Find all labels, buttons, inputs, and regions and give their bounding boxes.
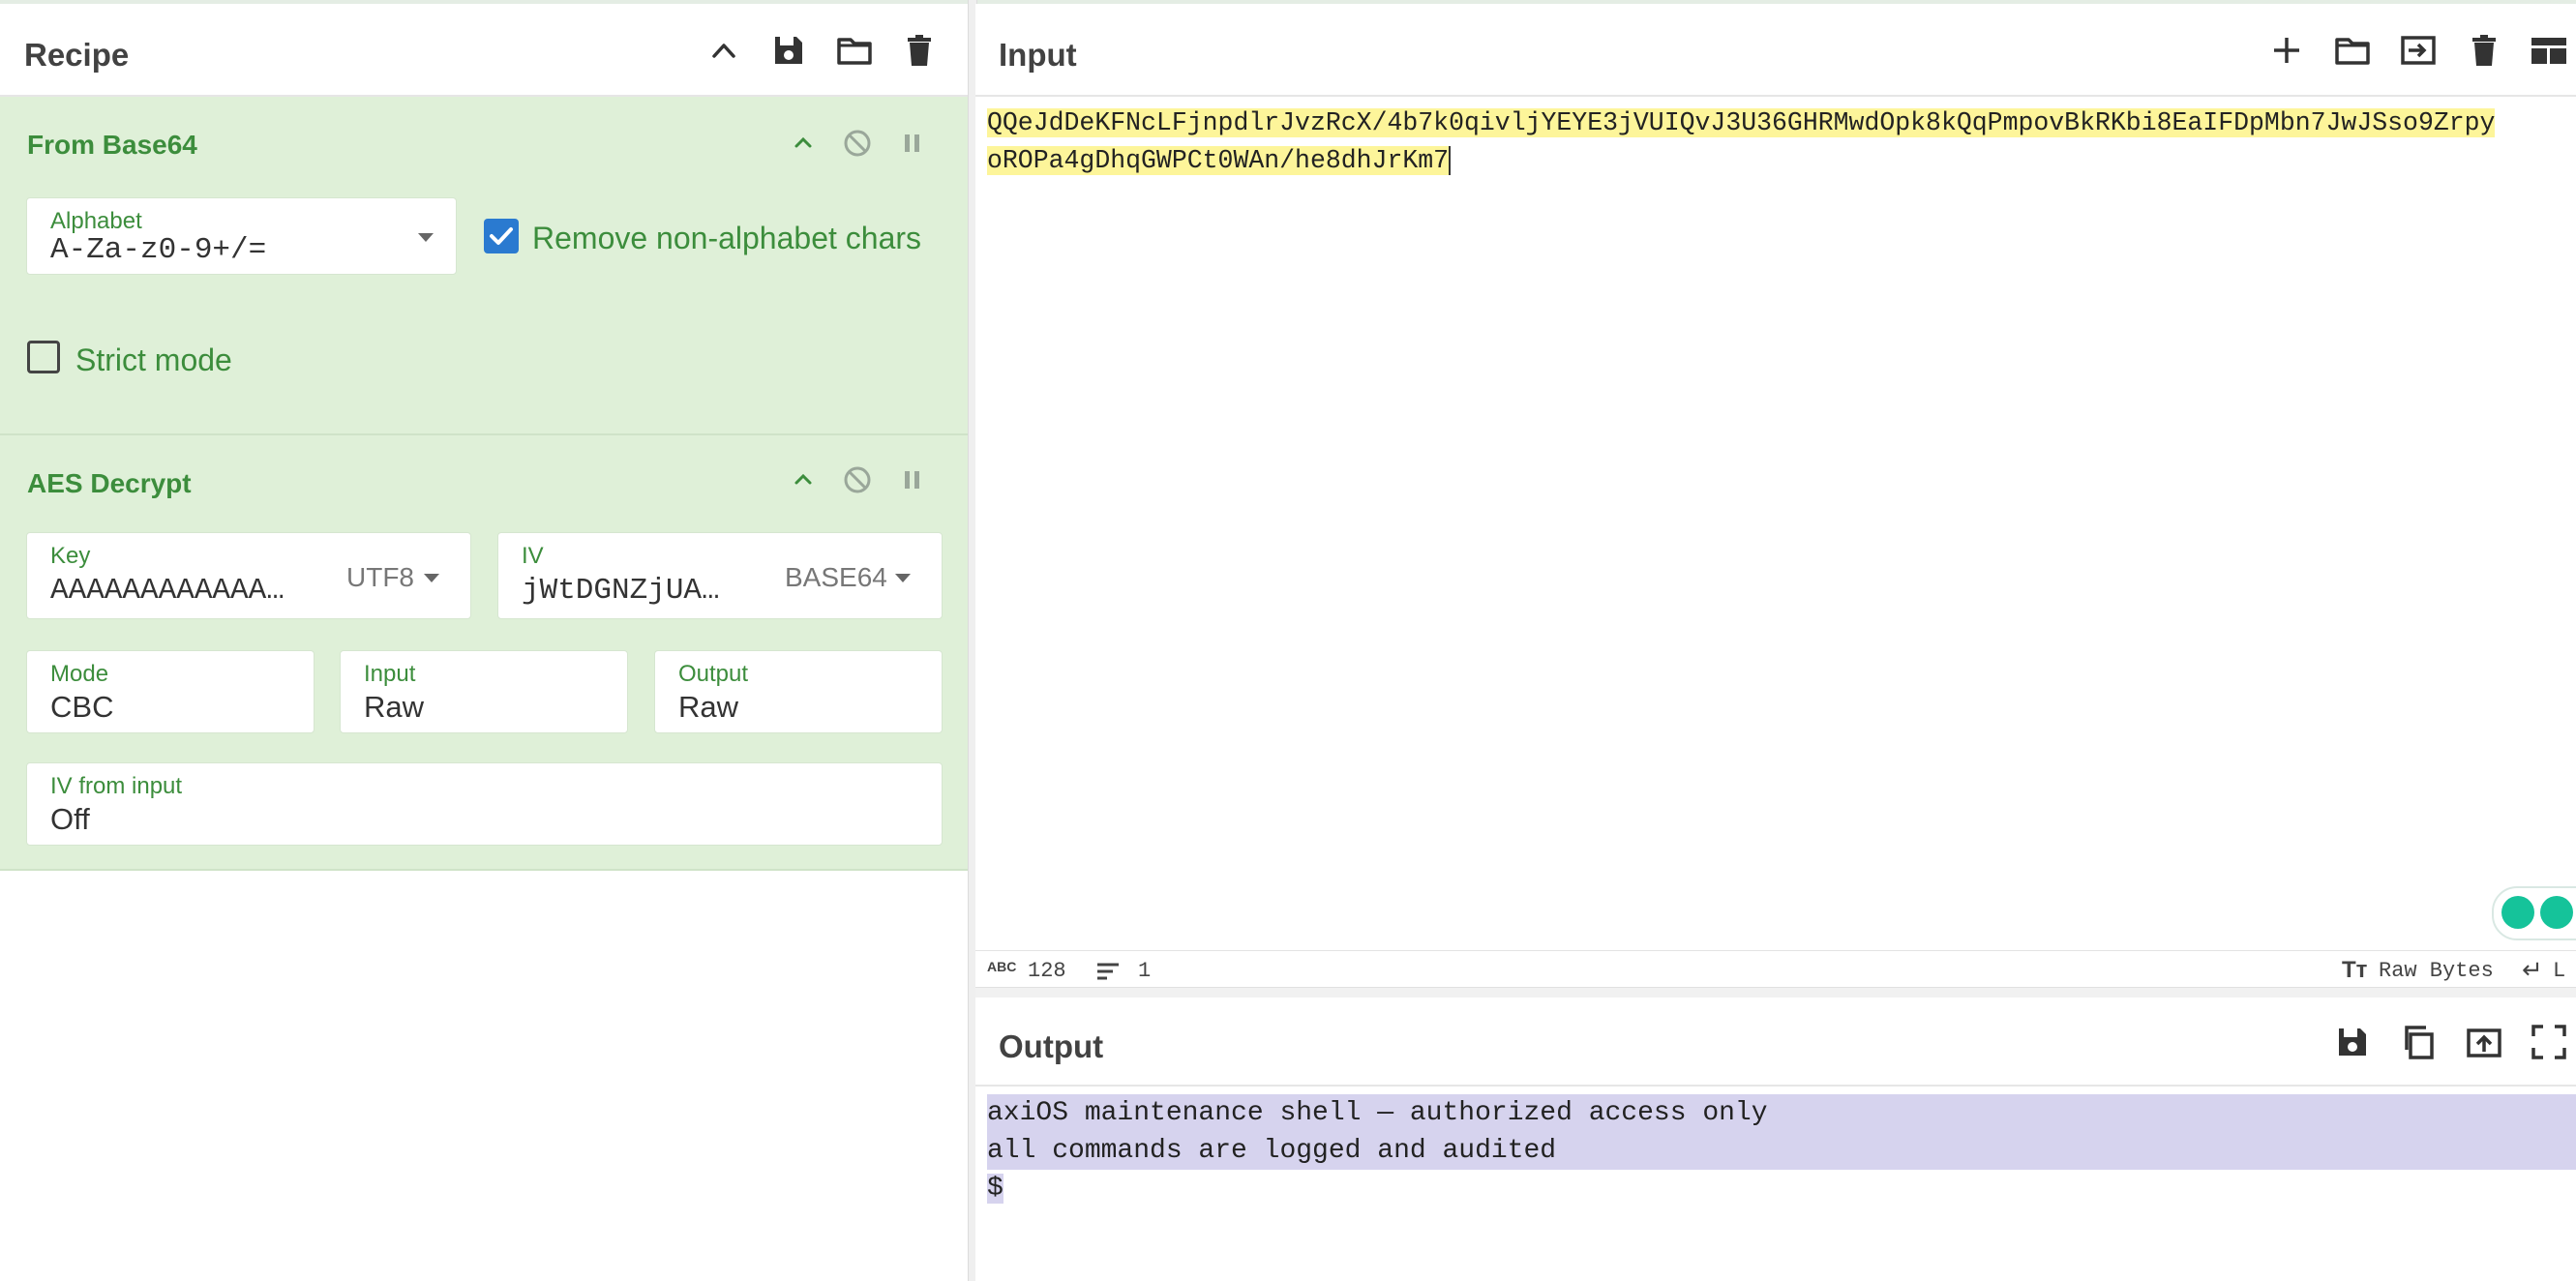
input-line: QQeJdDeKFNcLFjnpdlrJvzRcX/4b7k0qivljYEYE… [987, 108, 2496, 137]
maximize-output-icon[interactable] [2530, 1023, 2568, 1061]
field-value: CBC [50, 690, 114, 724]
char-count: 128 [1028, 959, 1066, 983]
remove-non-alphabet-checkbox[interactable] [484, 219, 519, 253]
iv-from-input-select[interactable]: IV from input Off [26, 762, 943, 846]
pause-breakpoint-icon[interactable] [894, 126, 929, 161]
iv-input[interactable]: IV jWtDGNZjUA… BASE64 [497, 532, 943, 619]
operation-aes-decrypt: AES Decrypt Key AAAAAAAAAAAA… UTF8 IV jW… [0, 435, 968, 871]
field-label: Key [50, 543, 91, 569]
iv-encoding-select[interactable]: BASE64 [785, 562, 887, 593]
open-file-icon[interactable] [2333, 31, 2372, 70]
key-value[interactable]: AAAAAAAAAAAA… [50, 574, 302, 608]
output-header: Output [975, 998, 2576, 1087]
eol-return-icon: ↵ [2522, 955, 2543, 984]
output-pane: Output axiOS maintenance shell — authori… [975, 998, 2576, 1281]
field-value: Off [50, 802, 90, 836]
dropdown-caret-icon [418, 233, 434, 242]
save-output-icon[interactable] [2333, 1023, 2372, 1061]
field-value: A-Za-z0-9+/= [50, 233, 267, 267]
copy-output-icon[interactable] [2399, 1023, 2438, 1061]
remove-non-alphabet-label[interactable]: Remove non-alphabet chars [532, 221, 921, 256]
line-count: 1 [1138, 959, 1152, 983]
layout-toggle-icon[interactable] [2530, 31, 2568, 70]
strict-mode-checkbox[interactable] [27, 341, 60, 373]
pause-breakpoint-icon[interactable] [894, 462, 929, 497]
text-format-icon: Tт [2342, 957, 2368, 983]
eol-select[interactable]: L [2553, 959, 2565, 983]
field-value: Raw [678, 690, 739, 724]
operation-from-base64: From Base64 Alphabet A-Za-z0-9+/= Remove… [0, 97, 968, 435]
recipe-header: Recipe [0, 4, 968, 97]
iv-value[interactable]: jWtDGNZjUA… [522, 574, 744, 608]
checkmark-icon [490, 227, 513, 245]
field-label: Output [678, 661, 749, 687]
operation-title: AES Decrypt [27, 468, 192, 498]
input-status-bar: ABC 128 1 Tт Raw Bytes ↵ L [975, 950, 2576, 990]
input-encoding-select[interactable]: Raw Bytes [2379, 959, 2494, 983]
char-count-icon: ABC [987, 959, 1017, 974]
lightbulb-icon [2501, 896, 2534, 929]
line-count-icon [1097, 963, 1119, 980]
field-label: Mode [50, 661, 109, 687]
input-textarea[interactable]: QQeJdDeKFNcLFjnpdlrJvzRcX/4b7k0qivljYEYE… [987, 104, 2574, 180]
save-recipe-icon[interactable] [769, 31, 808, 70]
text-cursor: ​ [1449, 146, 1452, 175]
clear-input-trash-icon[interactable] [2465, 31, 2503, 70]
output-line: axiOS maintenance shell — authorized acc… [987, 1094, 2576, 1132]
input-header: Input [975, 4, 2576, 97]
disable-operation-icon[interactable] [840, 462, 875, 497]
output-line: all commands are logged and audited [987, 1132, 2576, 1170]
key-encoding-select[interactable]: UTF8 [346, 562, 414, 593]
output-title: Output [999, 1028, 1104, 1064]
input-pane: Input QQeJdDeKFNcLFjnpdlrJvzRcX/4b7k0qiv… [975, 4, 2576, 987]
replace-input-icon[interactable] [2465, 1023, 2503, 1061]
input-format-select[interactable]: Input Raw [340, 650, 628, 733]
recipe-title: Recipe [24, 37, 130, 73]
trash-icon[interactable] [900, 31, 939, 70]
field-label: IV from input [50, 773, 183, 799]
output-line: $ [987, 1174, 1003, 1204]
dropdown-caret-icon [895, 574, 911, 582]
field-label: Input [364, 661, 416, 687]
collapse-chevron-icon[interactable] [786, 126, 821, 161]
collapse-chevron-icon[interactable] [786, 462, 821, 497]
mode-select[interactable]: Mode CBC [26, 650, 315, 733]
operation-title: From Base64 [27, 130, 197, 160]
add-tab-icon[interactable] [2267, 31, 2306, 70]
alphabet-select[interactable]: Alphabet A-Za-z0-9+/= [26, 197, 457, 275]
disable-operation-icon[interactable] [840, 126, 875, 161]
chevron-up-icon[interactable] [704, 31, 743, 70]
folder-open-icon[interactable] [835, 31, 874, 70]
input-line: oROPa4gDhqGWPCt0WAn/he8dhJrKm7 [987, 146, 1450, 175]
field-value: Raw [364, 690, 425, 724]
output-format-select[interactable]: Output Raw [654, 650, 943, 733]
grammarly-widget[interactable] [2492, 886, 2576, 940]
strict-mode-label[interactable]: Strict mode [75, 343, 232, 378]
recipe-pane: Recipe From Base64 Alphabet A-Za-z0-9+/= [0, 4, 968, 1281]
dropdown-caret-icon [424, 574, 439, 582]
input-title: Input [999, 37, 1077, 73]
open-folder-input-icon[interactable] [2399, 31, 2438, 70]
field-label: IV [522, 543, 544, 569]
output-textarea[interactable]: axiOS maintenance shell — authorized acc… [987, 1094, 2576, 1207]
key-input[interactable]: Key AAAAAAAAAAAA… UTF8 [26, 532, 471, 619]
field-label: Alphabet [50, 208, 142, 234]
grammarly-icon [2540, 896, 2573, 929]
